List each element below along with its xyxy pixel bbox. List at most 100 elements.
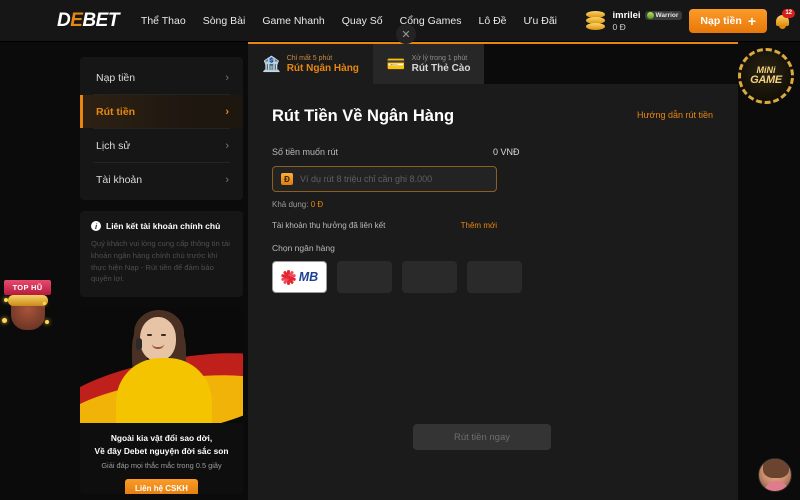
amount-value: 0 VNĐ xyxy=(493,147,520,157)
withdraw-tabs: 🏦 Chỉ mất 5 phút Rút Ngân Hàng 💳 Xử lý t… xyxy=(248,44,738,84)
sidebar-item-label: Rút tiền xyxy=(96,105,136,118)
logo-part-3: BET xyxy=(82,10,119,31)
amount-input[interactable]: Đ Ví dụ rút 8 triệu chỉ cần ghi 8.000 xyxy=(272,166,497,192)
withdraw-panel: 🏦 Chỉ mất 5 phút Rút Ngân Hàng 💳 Xử lý t… xyxy=(248,42,738,500)
available-balance-row: Khả dụng: 0 Đ xyxy=(272,200,713,209)
sidebar-item-label: Nạp tiền xyxy=(96,71,136,84)
account-menu: Nạp tiền › Rút tiền › Lịch sử › Tài khoả… xyxy=(80,57,243,200)
withdraw-guide-link[interactable]: Hướng dẫn rút tiền xyxy=(637,110,713,120)
tab-label: Rút Thẻ Cào xyxy=(411,62,471,74)
chevron-right-icon: › xyxy=(225,139,229,152)
sidebar-item-label: Lịch sử xyxy=(96,139,131,152)
user-info[interactable]: imrilei Warrior 0 Đ xyxy=(613,10,683,32)
linked-account-row: Tài khoản thụ hưởng đã liên kết Thêm mới xyxy=(272,221,497,230)
account-link-notice: i Liên kết tài khoản chính chủ Quý khách… xyxy=(80,211,243,298)
spark-icon xyxy=(44,320,49,324)
chevron-right-icon: › xyxy=(225,105,229,118)
notice-title: Liên kết tài khoản chính chủ xyxy=(106,221,221,231)
mini-game-widget[interactable]: MiNi GAME xyxy=(738,48,794,104)
notification-bell-button[interactable]: 12 xyxy=(774,9,795,32)
amount-input-placeholder: Ví dụ rút 8 triệu chỉ cần ghi 8.000 xyxy=(300,174,433,184)
bank-name-label: MB xyxy=(298,270,319,284)
agent-face xyxy=(140,317,176,362)
nav-item-lo-de[interactable]: Lô Đề xyxy=(479,15,507,27)
tab-text-group: Chỉ mất 5 phút Rút Ngân Hàng xyxy=(287,55,359,74)
promo-line-2: Về đây Debet nguyện đời sắc son xyxy=(94,445,229,456)
mb-star-icon xyxy=(280,269,296,285)
page-body: Nạp tiền › Rút tiền › Lịch sử › Tài khoả… xyxy=(0,42,800,500)
top-hu-widget[interactable]: TOP HŨ xyxy=(1,280,51,354)
jackpot-pot-icon xyxy=(1,295,49,330)
bank-icon: 🏦 xyxy=(262,55,281,73)
nav-item-song-bai[interactable]: Sòng Bài xyxy=(203,15,246,27)
main-navigation: Thể Thao Sòng Bài Game Nhanh Quay Số Cổn… xyxy=(141,15,557,27)
notice-header: i Liên kết tài khoản chính chủ xyxy=(91,221,232,231)
app-root: DEBET Thể Thao Sòng Bài Game Nhanh Quay … xyxy=(0,0,800,500)
logo-part-2: E xyxy=(70,10,83,31)
tab-rut-ngan-hang[interactable]: 🏦 Chỉ mất 5 phút Rút Ngân Hàng xyxy=(248,44,373,84)
logo-part-1: D xyxy=(57,10,71,31)
tab-rut-the-cao[interactable]: 💳 Xử lý trong 1 phút Rút Thẻ Cào xyxy=(372,44,485,84)
withdraw-submit-button[interactable]: Rút tiền ngay xyxy=(413,424,551,450)
amount-row: Số tiền muốn rút 0 VNĐ xyxy=(272,147,713,157)
spark-icon xyxy=(42,302,46,305)
promo-text-block: Ngoài kia vật đổi sao dời, Về đây Debet … xyxy=(80,423,243,495)
promo-line-1: Ngoài kia vật đổi sao dời, xyxy=(110,433,213,444)
add-new-account-button[interactable]: Thêm mới xyxy=(461,221,497,230)
contact-support-button[interactable]: Liên hệ CSKH xyxy=(125,479,198,495)
rank-label: Warrior xyxy=(655,12,679,19)
top-hu-label: TOP HŨ xyxy=(4,280,51,295)
user-top-row: imrilei Warrior xyxy=(613,10,683,21)
info-icon: i xyxy=(91,221,101,231)
withdraw-form: Rút Tiền Về Ngân Hàng Hướng dẫn rút tiền… xyxy=(248,84,738,450)
agent-eye-right xyxy=(161,334,166,337)
promo-subtitle: Giải đáp mọi thắc mắc trong 0.5 giây xyxy=(101,461,222,471)
deposit-button-label: Nạp tiền xyxy=(700,15,742,27)
sidebar-item-rut-tien[interactable]: Rút tiền › xyxy=(80,95,243,128)
notification-count-badge: 12 xyxy=(782,9,795,18)
avatar-hair xyxy=(763,459,789,478)
mini-game-line-2: GAME xyxy=(750,74,782,86)
plus-icon: + xyxy=(747,13,756,29)
sidebar-item-tai-khoan[interactable]: Tài khoản › xyxy=(80,163,243,196)
avatar-body xyxy=(764,481,789,491)
chevron-right-icon: › xyxy=(225,71,229,84)
nav-item-quay-so[interactable]: Quay Số xyxy=(342,15,383,27)
notice-body: Quý khách vui lòng cung cấp thông tin tà… xyxy=(91,239,230,284)
support-promo-banner[interactable]: Ngoài kia vật đổi sao dời, Về đây Debet … xyxy=(80,308,243,495)
bank-card-mb[interactable]: MB xyxy=(272,261,327,293)
headset-icon xyxy=(136,338,142,351)
user-balance: 0 Đ xyxy=(612,22,626,32)
card-icon: 💳 xyxy=(386,55,406,73)
spark-icon xyxy=(1,318,7,323)
chevron-right-icon: › xyxy=(225,173,229,186)
rank-badge: Warrior xyxy=(644,11,683,20)
nav-item-uu-dai[interactable]: Ưu Đãi xyxy=(524,15,557,27)
available-value: 0 Đ xyxy=(310,200,324,209)
close-icon[interactable]: ✕ xyxy=(396,24,416,44)
bank-list: MB xyxy=(272,261,713,293)
rank-dot-icon xyxy=(646,12,654,19)
available-label: Khả dụng: xyxy=(272,200,309,209)
currency-icon: Đ xyxy=(281,173,293,185)
tab-text-group: Xử lý trong 1 phút Rút Thẻ Cào xyxy=(412,55,471,74)
bank-card-empty-2[interactable] xyxy=(402,261,457,293)
amount-label: Số tiền muốn rút xyxy=(272,147,339,157)
sidebar-item-nap-tien[interactable]: Nạp tiền › xyxy=(80,61,243,94)
linked-account-label: Tài khoản thụ hưởng đã liên kết xyxy=(272,221,386,230)
deposit-button[interactable]: Nạp tiền + xyxy=(689,9,767,33)
bank-card-empty-3[interactable] xyxy=(467,261,522,293)
tab-label: Rút Ngân Hàng xyxy=(286,62,359,74)
promo-illustration xyxy=(80,308,243,424)
tab-subtitle: Xử lý trong 1 phút xyxy=(411,54,468,62)
live-chat-avatar[interactable] xyxy=(758,458,792,492)
username-label: imrilei xyxy=(612,10,641,21)
site-logo[interactable]: DEBET xyxy=(57,11,119,30)
agent-eye-left xyxy=(147,334,152,337)
bank-card-empty-1[interactable] xyxy=(337,261,392,293)
tab-subtitle: Chỉ mất 5 phút xyxy=(286,54,333,62)
nav-item-game-nhanh[interactable]: Game Nhanh xyxy=(262,15,324,27)
nav-item-the-thao[interactable]: Thể Thao xyxy=(141,15,186,27)
sidebar-item-lich-su[interactable]: Lịch sử › xyxy=(80,129,243,162)
header-right-cluster: imrilei Warrior 0 Đ Nạp tiền + 12 xyxy=(585,0,795,42)
